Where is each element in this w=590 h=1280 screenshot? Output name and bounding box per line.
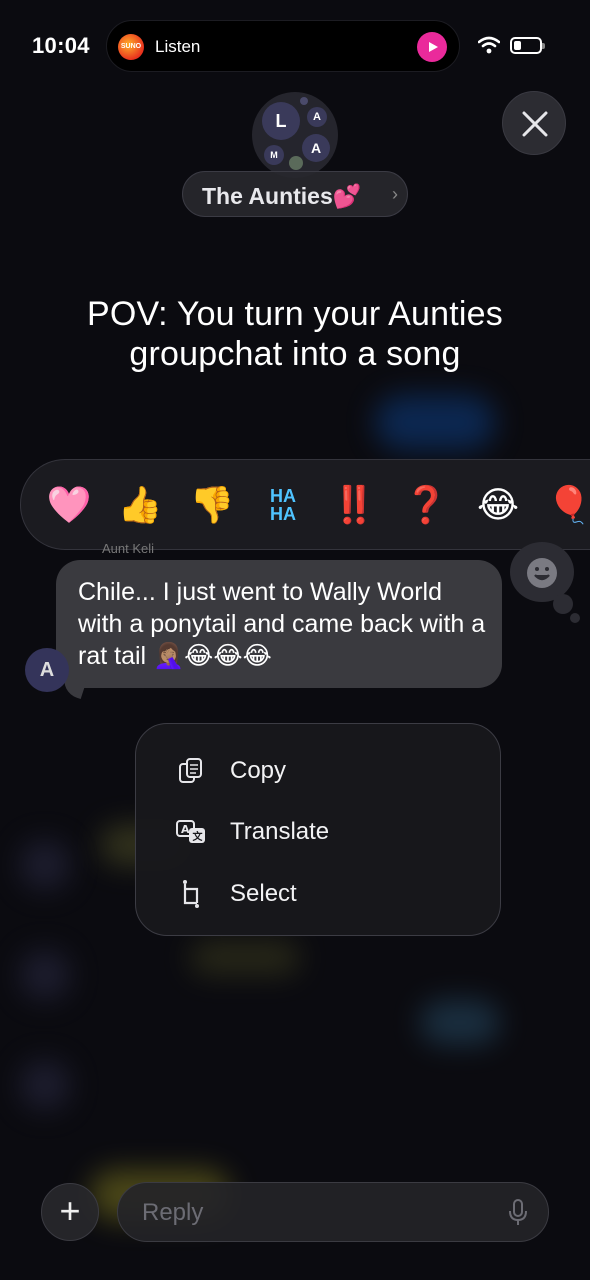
translate-label: Translate — [230, 818, 330, 845]
suno-app-icon: SUNO — [118, 34, 144, 60]
live-activity-label: Listen — [155, 37, 201, 56]
video-caption: POV: You turn your Aunties groupchat int… — [0, 294, 590, 374]
svg-text:文: 文 — [193, 830, 204, 843]
translate-icon: A 文 — [176, 820, 205, 843]
select-menu-item[interactable]: Select — [136, 865, 502, 921]
message-bubble[interactable]: Chile... I just went to Wally World with… — [56, 560, 502, 688]
wifi-icon — [478, 36, 500, 54]
laughing-tapback[interactable]: 😂 — [473, 480, 523, 530]
close-icon — [522, 111, 548, 137]
thought-bubble-dot — [570, 613, 580, 623]
chat-name: The Aunties💕 — [202, 183, 362, 209]
heart-tapback[interactable]: 🩷 — [44, 480, 94, 530]
composer-bar: + Reply — [0, 1170, 590, 1280]
play-icon[interactable] — [417, 32, 447, 62]
smiley-icon — [527, 558, 557, 588]
microphone-icon[interactable] — [508, 1199, 528, 1227]
haha-tapback[interactable]: HA HA — [258, 480, 308, 530]
thumbs-up-tapback[interactable]: 👍 — [115, 480, 165, 530]
avatar: M — [264, 145, 284, 165]
close-button[interactable] — [502, 91, 566, 155]
copy-icon — [179, 758, 202, 783]
thumbs-down-tapback[interactable]: 👎 — [187, 480, 237, 530]
translate-menu-item[interactable]: A 文 Translate — [136, 803, 502, 859]
thought-bubble-dot — [553, 594, 573, 614]
battery-icon — [510, 37, 545, 54]
tapback-bar: 🩷 👍 👎 HA HA ‼️ ❓ 😂 🎈 — [20, 459, 590, 550]
dynamic-island-live-activity[interactable]: SUNO Listen — [106, 20, 460, 72]
avatar-photo — [289, 156, 303, 170]
avatar: L — [262, 102, 300, 140]
select-label: Select — [230, 880, 297, 907]
status-time: 10:04 — [32, 33, 90, 58]
copy-label: Copy — [230, 757, 287, 784]
select-icon — [183, 880, 199, 908]
status-bar: 10:04 SUNO Listen — [0, 0, 590, 92]
context-menu: Copy A 文 Translate Select — [135, 723, 501, 936]
avatar-dot — [300, 97, 308, 105]
chevron-right-icon: › — [392, 184, 398, 204]
reply-input[interactable]: Reply — [117, 1182, 549, 1242]
caption-line-2: groupchat into a song — [129, 335, 461, 373]
message-text: Chile... I just went to Wally World with… — [78, 578, 486, 670]
chat-name-pill[interactable]: The Aunties💕 › — [182, 171, 408, 217]
avatar: A — [307, 107, 327, 127]
avatar: A — [302, 134, 330, 162]
reply-placeholder: Reply — [142, 1199, 204, 1226]
emoji-reaction-button[interactable] — [510, 542, 574, 602]
add-button[interactable]: + — [41, 1183, 99, 1241]
group-avatar[interactable]: L A M A — [252, 92, 338, 178]
sender-name: Aunt Keli — [102, 541, 155, 556]
copy-menu-item[interactable]: Copy — [136, 742, 502, 798]
exclamation-tapback[interactable]: ‼️ — [329, 480, 379, 530]
sender-avatar[interactable]: A — [25, 648, 69, 692]
caption-line-1: POV: You turn your Aunties — [87, 295, 503, 333]
balloon-tapback[interactable]: 🎈 — [544, 480, 590, 530]
svg-text:A: A — [181, 823, 190, 836]
question-tapback[interactable]: ❓ — [401, 480, 451, 530]
